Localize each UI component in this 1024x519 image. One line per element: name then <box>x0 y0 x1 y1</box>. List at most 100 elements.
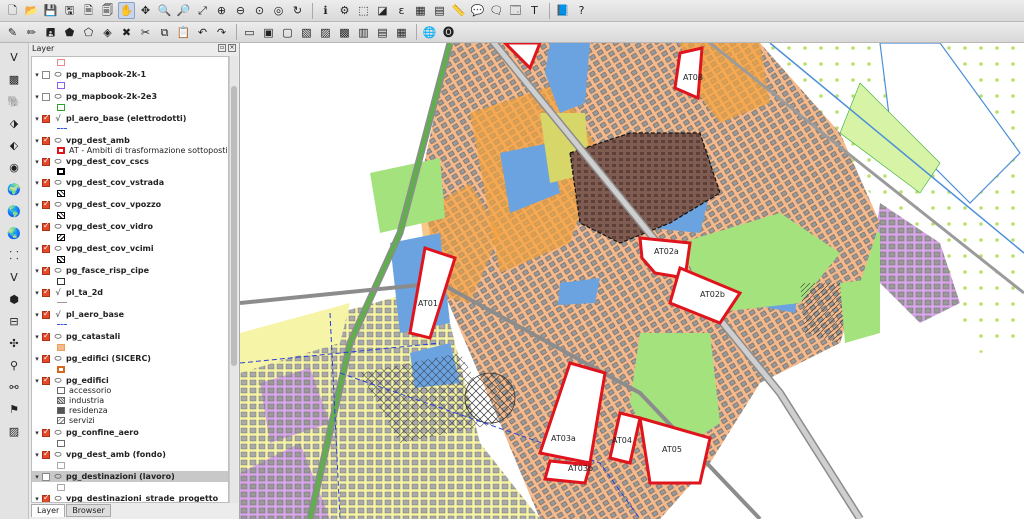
layer-checkbox[interactable] <box>42 177 50 187</box>
layer-checkbox[interactable] <box>42 221 50 231</box>
add-delimited-text-icon[interactable]: ⸬ <box>5 247 23 264</box>
undo-icon[interactable]: ↶ <box>194 24 211 41</box>
expand-arrow-icon[interactable]: ▾ <box>32 451 42 459</box>
pin-labels-icon[interactable]: ▣ <box>260 24 277 41</box>
label-highlight-icon[interactable]: ▤ <box>374 24 391 41</box>
expression-icon[interactable]: ε <box>393 2 410 19</box>
composer-manager-icon[interactable]: 🗐 <box>99 2 116 19</box>
layer-checkbox[interactable] <box>42 70 50 79</box>
layer-checkbox[interactable] <box>42 113 50 123</box>
expand-arrow-icon[interactable]: ▾ <box>32 473 42 481</box>
expand-arrow-icon[interactable]: ▾ <box>32 311 42 319</box>
layer-checkbox[interactable] <box>42 135 50 145</box>
layer-item[interactable]: ▾ ⬭ vpg_dest_cov_vpozzo <box>32 199 161 210</box>
layer-item[interactable]: ▾ √ pl_aero_base <box>32 309 124 320</box>
expand-arrow-icon[interactable]: ▾ <box>32 267 42 275</box>
layer-checkbox[interactable] <box>42 309 50 319</box>
label-settings-icon[interactable]: ▥ <box>355 24 372 41</box>
expand-arrow-icon[interactable]: ▾ <box>32 333 42 341</box>
expand-arrow-icon[interactable]: ▾ <box>32 377 42 385</box>
plugin-icon[interactable]: 🅞 <box>440 24 457 41</box>
move-feature-icon[interactable]: ⬠ <box>80 24 97 41</box>
add-postgis-layer-icon[interactable]: 🐘 <box>5 93 23 110</box>
save-project-icon[interactable]: 💾 <box>42 2 59 19</box>
expand-arrow-icon[interactable]: ▾ <box>32 201 42 209</box>
layer-item[interactable]: ▾ ⬭ vpg_dest_cov_vidro <box>32 221 153 232</box>
move-label-icon[interactable]: ▧ <box>298 24 315 41</box>
whats-this-icon[interactable]: ? <box>573 2 590 19</box>
cut-icon[interactable]: ✂ <box>137 24 154 41</box>
print-composer-icon[interactable]: 🗎 <box>80 2 97 19</box>
expand-arrow-icon[interactable]: ▾ <box>32 495 42 503</box>
label-tool-icon[interactable]: ▭ <box>241 24 258 41</box>
layer-item[interactable]: ▾ ⬭ vpg_dest_cov_vcimi <box>32 243 153 254</box>
layer-item[interactable]: ▾ ⬭ pg_edifici (SICERC) <box>32 353 151 364</box>
add-wms-layer-icon[interactable]: 🌍 <box>5 181 23 198</box>
tab-browser[interactable]: Browser <box>66 504 111 517</box>
add-vector-layer-icon[interactable]: V <box>5 49 23 66</box>
zoom-selection-icon[interactable]: ⊕ <box>213 2 230 19</box>
expand-arrow-icon[interactable]: ▾ <box>32 355 42 363</box>
layer-item[interactable]: ▾ ⬭ pg_mapbook-2k-1 <box>32 69 146 80</box>
layer-checkbox[interactable] <box>42 287 50 297</box>
layer-tree[interactable]: ▾ ⬭ pg_mapbook-2k-1 ▾ ⬭ pg_mapbook-2k-2e… <box>31 56 229 503</box>
zoom-last-icon[interactable]: ⊙ <box>251 2 268 19</box>
layer-item[interactable]: ▾ ⬭ pg_confine_aero <box>32 427 138 438</box>
select-icon[interactable]: ⬚ <box>355 2 372 19</box>
heatmap-icon[interactable]: ▨ <box>5 423 23 440</box>
add-raster-layer-icon[interactable]: ▩ <box>5 71 23 88</box>
scrollbar-thumb[interactable] <box>231 86 237 366</box>
expand-arrow-icon[interactable]: ▾ <box>32 158 42 166</box>
remove-layer-icon[interactable]: ⊟ <box>5 313 23 330</box>
delete-icon[interactable]: ✖ <box>118 24 135 41</box>
new-project-icon[interactable]: 🗋 <box>4 2 21 19</box>
layer-item[interactable]: ▾ ⬭ pg_fasce_risp_cipe <box>32 265 149 276</box>
show-labels-icon[interactable]: ▢ <box>279 24 296 41</box>
layer-checkbox[interactable] <box>42 353 50 363</box>
zoom-next-icon[interactable]: ◎ <box>270 2 287 19</box>
layer-item[interactable]: ▾ √ pl_ta_2d <box>32 287 103 298</box>
change-label-icon[interactable]: ▩ <box>336 24 353 41</box>
open-project-icon[interactable]: 📂 <box>23 2 40 19</box>
expand-arrow-icon[interactable]: ▾ <box>32 115 42 123</box>
layer-item[interactable]: ▾ ⬭ vpg_dest_cov_cscs <box>32 156 149 167</box>
raster-calc-icon[interactable]: ⚑ <box>5 401 23 418</box>
tab-layer[interactable]: Layer <box>31 504 66 517</box>
expand-arrow-icon[interactable]: ▾ <box>32 93 42 101</box>
layer-item[interactable]: ▾ ⬭ vpg_destinazioni_strade_progetto <box>32 493 218 503</box>
deselect-icon[interactable]: ◪ <box>374 2 391 19</box>
layer-checkbox[interactable] <box>42 199 50 209</box>
layer-checkbox[interactable] <box>42 331 50 341</box>
expand-arrow-icon[interactable]: ▾ <box>32 137 42 145</box>
close-panel-icon[interactable]: × <box>228 44 236 52</box>
layer-checkbox[interactable] <box>42 243 50 253</box>
node-tool-icon[interactable]: ◈ <box>99 24 116 41</box>
toggle-edit-icon[interactable]: ✏ <box>23 24 40 41</box>
layer-checkbox[interactable] <box>42 472 50 481</box>
layer-item[interactable]: ▾ ⬭ vpg_dest_cov_vstrada <box>32 177 164 188</box>
layer-checkbox[interactable] <box>42 156 50 166</box>
annotation-icon[interactable]: 💬 <box>469 2 486 19</box>
add-spatialite-layer-icon[interactable]: ⬗ <box>5 115 23 132</box>
refresh-icon[interactable]: ↻ <box>289 2 306 19</box>
zoom-out-icon[interactable]: 🔎 <box>175 2 192 19</box>
map-canvas[interactable]: AT08 AT02a AT02b AT01 AT03a AT03b AT04 A… <box>240 43 1024 519</box>
layer-item[interactable]: ▾ ⬭ pg_mapbook-2k-2e3 <box>32 91 157 102</box>
form-annotation-icon[interactable]: 🗔 <box>507 2 524 19</box>
pan-icon[interactable]: ✋ <box>118 2 135 19</box>
copy-icon[interactable]: ⧉ <box>156 24 173 41</box>
layer-checkbox[interactable] <box>42 265 50 275</box>
add-wfs-layer-icon[interactable]: 🌏 <box>5 225 23 242</box>
layer-tree-scrollbar[interactable] <box>229 56 238 503</box>
layer-checkbox[interactable] <box>42 493 50 502</box>
geometry-checker-icon[interactable]: ⚲ <box>5 357 23 374</box>
layer-checkbox[interactable] <box>42 375 50 385</box>
help-icon[interactable]: 📘 <box>554 2 571 19</box>
layer-item[interactable]: ▾ ⬭ pg_catastali <box>32 331 120 342</box>
layer-item[interactable]: ▾ √ pl_aero_base (elettrodotti) <box>32 113 186 124</box>
redo-icon[interactable]: ↷ <box>213 24 230 41</box>
save-as-icon[interactable]: 🖫 <box>61 2 78 19</box>
identify-icon[interactable]: ℹ <box>317 2 334 19</box>
add-virtual-layer-icon[interactable]: ⬢ <box>5 291 23 308</box>
expand-arrow-icon[interactable]: ▾ <box>32 223 42 231</box>
